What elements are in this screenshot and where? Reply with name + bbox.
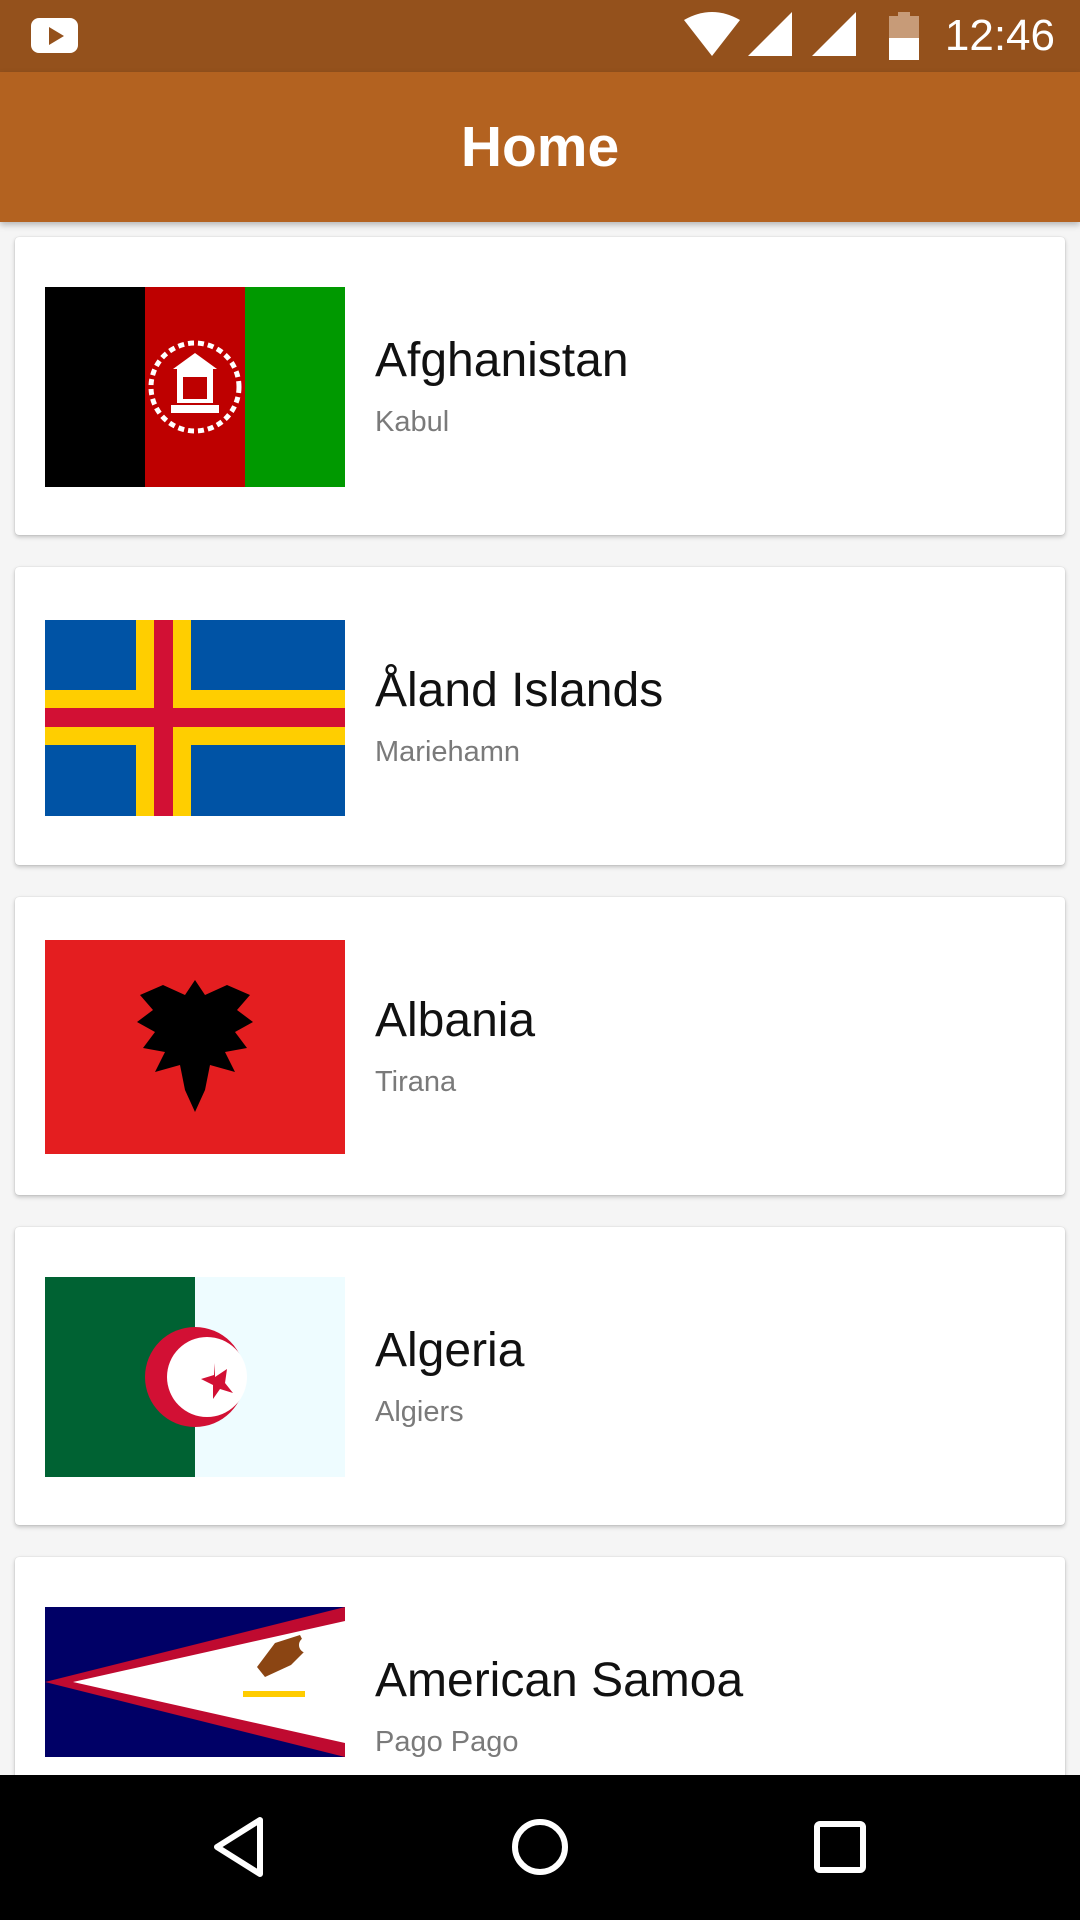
cell-signal-icon bbox=[812, 12, 856, 56]
battery-icon bbox=[889, 12, 919, 60]
country-name: American Samoa bbox=[375, 1654, 744, 1707]
country-card-american-samoa[interactable]: American Samoa Pago Pago bbox=[15, 1557, 1065, 1775]
back-icon[interactable] bbox=[205, 1812, 275, 1882]
cell-signal-icon bbox=[748, 12, 792, 56]
home-icon[interactable] bbox=[505, 1812, 575, 1882]
afghanistan-flag-icon bbox=[45, 287, 345, 487]
country-name: Afghanistan bbox=[375, 334, 629, 387]
albania-flag-icon bbox=[45, 940, 345, 1154]
navigation-bar bbox=[0, 1775, 1080, 1920]
country-capital: Pago Pago bbox=[375, 1726, 519, 1758]
country-name: Algeria bbox=[375, 1324, 525, 1377]
country-card-afghanistan[interactable]: Afghanistan Kabul bbox=[15, 237, 1065, 535]
country-card-albania[interactable]: Albania Tirana bbox=[15, 897, 1065, 1195]
youtube-notification-icon bbox=[31, 18, 78, 53]
recents-icon[interactable] bbox=[805, 1812, 875, 1882]
country-name: Åland Islands bbox=[375, 664, 664, 717]
wifi-icon bbox=[684, 12, 740, 56]
country-list[interactable]: Afghanistan Kabul Åland Islands Marieham… bbox=[0, 222, 1080, 1775]
country-name: Albania bbox=[375, 994, 536, 1047]
algeria-flag-icon bbox=[45, 1277, 345, 1477]
country-capital: Mariehamn bbox=[375, 736, 521, 768]
status-bar: 12:46 bbox=[0, 0, 1080, 72]
country-capital: Tirana bbox=[375, 1066, 457, 1098]
country-capital: Kabul bbox=[375, 406, 450, 438]
app-bar: Home bbox=[0, 72, 1080, 222]
page-title: Home bbox=[460, 115, 620, 179]
country-card-aland-islands[interactable]: Åland Islands Mariehamn bbox=[15, 567, 1065, 865]
country-capital: Algiers bbox=[375, 1396, 464, 1428]
country-card-algeria[interactable]: Algeria Algiers bbox=[15, 1227, 1065, 1525]
aland-islands-flag-icon bbox=[45, 620, 345, 816]
status-time: 12:46 bbox=[944, 11, 1055, 60]
american-samoa-flag-icon bbox=[45, 1607, 345, 1757]
